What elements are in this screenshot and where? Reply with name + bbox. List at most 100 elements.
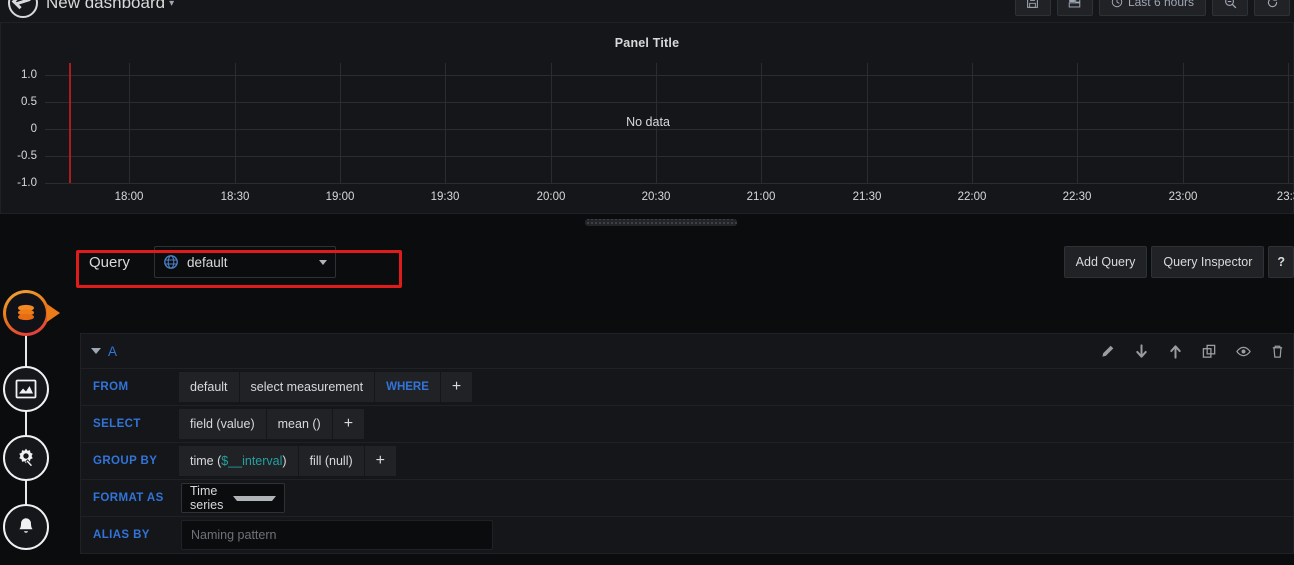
- format-as-select[interactable]: Time series: [181, 483, 285, 513]
- query-help-button[interactable]: ?: [1268, 246, 1294, 278]
- sidebar-item-datasources[interactable]: [3, 290, 60, 336]
- time-range-picker[interactable]: Last 6 hours: [1098, 0, 1206, 16]
- add-panel-button[interactable]: [1056, 0, 1093, 16]
- group-by-fill-segment[interactable]: fill (null): [298, 446, 364, 476]
- navbar-right-group: Last 6 hours: [1014, 0, 1290, 16]
- panel-resize-handle[interactable]: [585, 219, 737, 226]
- move-down-icon[interactable]: [1134, 343, 1149, 359]
- where-keyword: WHERE: [375, 372, 440, 402]
- x-tick: 19:30: [430, 191, 460, 203]
- x-tick: 20:30: [641, 191, 671, 203]
- interval-variable: $__interval: [221, 454, 283, 468]
- clock-icon: [1111, 0, 1123, 8]
- sidebar-item-dashboards[interactable]: [3, 366, 49, 412]
- save-dashboard-button[interactable]: [1014, 0, 1051, 16]
- y-tick: -1.0: [17, 177, 37, 189]
- y-tick: 0.5: [21, 96, 37, 108]
- search-minus-icon: [1224, 0, 1236, 8]
- alias-by-input[interactable]: [181, 520, 493, 550]
- y-tick: 1.0: [21, 69, 37, 81]
- dashboard-title-menu[interactable]: New dashboard ▾: [46, 0, 174, 13]
- format-as-value: Time series: [190, 484, 224, 512]
- query-section-label: Query: [89, 253, 130, 271]
- chevron-down-icon[interactable]: [91, 348, 101, 354]
- format-as-label: FORMAT AS: [93, 492, 164, 504]
- x-tick: 23:00: [1168, 191, 1198, 203]
- from-policy-segment[interactable]: default: [179, 372, 239, 402]
- delete-trash-icon[interactable]: [1270, 344, 1285, 359]
- x-tick: 20:00: [536, 191, 566, 203]
- query-editor-a: A FROM default select measurement WHERE …: [80, 333, 1294, 554]
- zoom-out-time-button[interactable]: [1212, 0, 1248, 16]
- query-inspector-button[interactable]: Query Inspector: [1151, 246, 1265, 278]
- chevron-down-icon: ▾: [169, 0, 175, 9]
- sidebar-item-alerting[interactable]: [3, 504, 49, 550]
- toggle-visibility-eye-icon[interactable]: [1236, 344, 1251, 359]
- x-tick: 18:00: [114, 191, 144, 203]
- query-row-alias-by: ALIAS BY: [81, 516, 1293, 553]
- format-as-values: Time series: [179, 480, 285, 516]
- group-by-label: GROUP BY: [93, 455, 158, 467]
- x-tick: 22:00: [957, 191, 987, 203]
- select-values: field (value) mean () +: [179, 406, 365, 442]
- group-by-time-prefix: time (: [190, 454, 222, 468]
- x-tick: 22:30: [1062, 191, 1092, 203]
- database-icon: [18, 304, 34, 321]
- add-query-button[interactable]: Add Query: [1063, 246, 1148, 278]
- graph-panel[interactable]: Panel Title 1.0 0.5 0 -0.5 -1.0 No data …: [0, 22, 1294, 214]
- query-ref-id[interactable]: A: [108, 344, 117, 359]
- select-aggregation-segment[interactable]: mean (): [266, 409, 332, 439]
- dashboard-chart-icon: [15, 379, 37, 399]
- x-tick: 19:00: [325, 191, 355, 203]
- group-by-time-suffix: ): [282, 454, 287, 468]
- from-measurement-segment[interactable]: select measurement: [239, 372, 375, 402]
- query-row-select: SELECT field (value) mean () +: [81, 405, 1293, 442]
- x-axis: 18:00 18:30 19:00 19:30 20:00 20:30 21:0…: [45, 191, 1294, 211]
- no-data-message: No data: [626, 115, 670, 129]
- time-range-label: Last 6 hours: [1127, 0, 1194, 9]
- query-row-format-as: FORMAT AS Time series: [81, 479, 1293, 516]
- panel-add-icon: [1069, 0, 1081, 7]
- datasource-globe-icon: [164, 255, 178, 269]
- query-row-actions: [1100, 334, 1285, 368]
- refresh-icon: [1267, 0, 1277, 7]
- query-row-from: FROM default select measurement WHERE +: [81, 368, 1293, 405]
- query-toolbar: Query default Add Query Query Inspector …: [0, 234, 1294, 290]
- plot-area: 1.0 0.5 0 -0.5 -1.0 No data 18:00 18:30 …: [1, 63, 1294, 215]
- chevron-down-icon: [233, 495, 276, 501]
- navbar-left-group: New dashboard ▾: [8, 0, 174, 18]
- y-tick: -0.5: [17, 150, 37, 162]
- grafana-logo-icon[interactable]: [8, 0, 38, 18]
- from-label: FROM: [93, 381, 129, 393]
- add-where-condition-button[interactable]: +: [440, 372, 473, 402]
- grafana-panel-edit-page: New dashboard ▾ Last 6 hours Panel Title…: [0, 0, 1294, 565]
- datasource-name: default: [187, 254, 228, 270]
- query-editor-section: Query default Add Query Query Inspector …: [0, 234, 1294, 565]
- query-toolbar-actions: Add Query Query Inspector ?: [1063, 246, 1294, 278]
- query-row-header: A: [81, 334, 1293, 368]
- group-by-time-segment[interactable]: time ($__interval): [179, 446, 298, 476]
- onboarding-pointer-arrow: [47, 304, 60, 322]
- move-up-icon[interactable]: [1168, 344, 1183, 359]
- edit-pencil-icon[interactable]: [1100, 344, 1115, 359]
- x-tick: 21:00: [746, 191, 776, 203]
- panel-title: Panel Title: [614, 36, 680, 50]
- refresh-button[interactable]: [1254, 0, 1290, 16]
- add-select-part-button[interactable]: +: [332, 409, 365, 439]
- datasource-picker[interactable]: default: [154, 246, 336, 278]
- gear-wrench-icon: [19, 448, 34, 468]
- sidebar-item-configuration[interactable]: [3, 435, 49, 481]
- save-icon: [1027, 0, 1039, 8]
- x-tick: 18:30: [220, 191, 250, 203]
- alias-by-label: ALIAS BY: [93, 529, 150, 541]
- duplicate-icon[interactable]: [1202, 344, 1217, 359]
- x-tick: 21:30: [852, 191, 882, 203]
- alias-by-values: [179, 517, 493, 553]
- x-tick: 23:3: [1276, 191, 1294, 203]
- bell-icon: [19, 518, 33, 533]
- select-field-segment[interactable]: field (value): [179, 409, 266, 439]
- add-group-by-part-button[interactable]: +: [364, 446, 396, 476]
- query-row-group-by: GROUP BY time ($__interval) fill (null) …: [81, 442, 1293, 479]
- group-by-values: time ($__interval) fill (null) +: [179, 443, 396, 479]
- from-values: default select measurement WHERE +: [179, 369, 473, 405]
